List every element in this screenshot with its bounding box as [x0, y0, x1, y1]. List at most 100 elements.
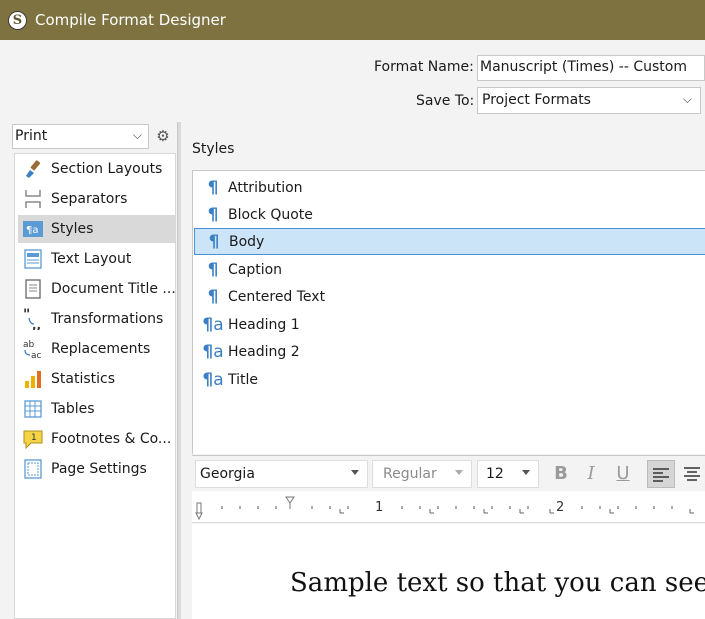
- separator-icon: [22, 188, 44, 210]
- bar-chart-icon: [22, 368, 44, 390]
- chevron-down-icon: ⌵: [132, 128, 142, 142]
- table-icon: [22, 398, 44, 420]
- font-weight-value: Regular: [383, 466, 437, 482]
- underline-button[interactable]: U: [609, 460, 637, 488]
- paragraph-style-icon: ¶: [207, 286, 219, 307]
- nav-item-page-settings[interactable]: Page Settings: [18, 455, 175, 483]
- dropdown-arrow-icon: [522, 470, 530, 475]
- nav-item-label: Text Layout: [51, 251, 132, 267]
- format-name-input[interactable]: Manuscript (Times) -- Custom: [477, 55, 705, 81]
- styles-list: ¶ Attribution ¶ Block Quote ¶ Body ¶ Cap…: [192, 170, 705, 454]
- text-layout-icon: [22, 248, 44, 270]
- nav-item-tables[interactable]: Tables: [18, 395, 175, 423]
- paragraph-character-style-icon: ¶a: [202, 314, 224, 335]
- font-size-value: 12: [486, 466, 504, 482]
- style-label: Caption: [228, 261, 283, 278]
- splitter[interactable]: [177, 122, 181, 619]
- document-icon: [22, 278, 44, 300]
- font-weight-select[interactable]: Regular: [372, 460, 472, 488]
- save-to-value: Project Formats: [482, 92, 591, 108]
- style-label: Title: [228, 371, 259, 388]
- font-family-value: Georgia: [200, 466, 255, 482]
- style-row-title[interactable]: ¶a Title: [194, 366, 705, 393]
- style-row-heading-1[interactable]: ¶a Heading 1: [194, 311, 705, 338]
- nav-item-label: Transformations: [51, 311, 164, 327]
- style-row-heading-2[interactable]: ¶a Heading 2: [194, 338, 705, 365]
- output-type-value: Print: [15, 128, 48, 144]
- title-bar: S Compile Format Designer: [0, 0, 705, 40]
- bold-button[interactable]: B: [547, 460, 575, 488]
- style-row-body[interactable]: ¶ Body: [194, 228, 705, 255]
- nav-item-label: Document Title ...: [51, 281, 175, 297]
- svg-text:1: 1: [31, 433, 37, 443]
- ruler[interactable]: 1 2: [192, 491, 705, 523]
- align-left-icon: [653, 468, 669, 482]
- nav-item-label: Section Layouts: [51, 161, 163, 177]
- format-sections-list: Section Layouts Separators ¶a Styles Tex…: [14, 153, 176, 619]
- nav-item-separators[interactable]: Separators: [18, 185, 175, 213]
- paragraph-style-icon: ¶: [207, 259, 219, 280]
- chevron-down-icon: ⌵: [682, 92, 692, 106]
- paragraph-character-style-icon: ¶a: [202, 341, 224, 362]
- paragraph-style-icon: ¶: [208, 231, 220, 252]
- nav-item-label: Tables: [51, 401, 95, 417]
- dropdown-arrow-icon: [455, 470, 463, 475]
- nav-item-label: Replacements: [51, 341, 151, 357]
- style-label: Body: [229, 233, 265, 250]
- nav-item-document-title[interactable]: Document Title ...: [18, 275, 175, 303]
- nav-item-text-layout[interactable]: Text Layout: [18, 245, 175, 273]
- svg-text:¶a: ¶a: [26, 225, 39, 236]
- style-label: Heading 2: [228, 343, 300, 360]
- app-logo-icon: S: [8, 10, 27, 30]
- page-icon: [22, 458, 44, 480]
- svg-text:ab: ab: [23, 340, 35, 350]
- nav-item-section-layouts[interactable]: Section Layouts: [18, 155, 175, 183]
- style-label: Block Quote: [228, 206, 313, 223]
- styles-icon: ¶a: [22, 218, 44, 240]
- dropdown-arrow-icon: [351, 470, 359, 475]
- format-bar: Georgia Regular 12 B I U: [192, 455, 705, 491]
- nav-item-styles[interactable]: ¶a Styles: [18, 215, 175, 243]
- paragraph-style-icon: ¶: [207, 204, 219, 225]
- save-to-label: Save To:: [416, 93, 475, 109]
- italic-button[interactable]: I: [577, 460, 605, 488]
- font-size-select[interactable]: 12: [477, 460, 539, 488]
- paragraph-style-icon: ¶: [207, 177, 219, 198]
- nav-item-transformations[interactable]: ",, Transformations: [18, 305, 175, 333]
- style-row-block-quote[interactable]: ¶ Block Quote: [194, 201, 705, 228]
- gear-icon[interactable]: ⚙: [153, 126, 173, 146]
- style-label: Heading 1: [228, 316, 300, 333]
- nav-item-label: Page Settings: [51, 461, 147, 477]
- ruler-ticks: [195, 496, 694, 521]
- align-center-button[interactable]: [678, 460, 705, 488]
- style-row-attribution[interactable]: ¶ Attribution: [194, 174, 705, 201]
- format-name-label: Format Name:: [374, 59, 474, 75]
- nav-item-replacements[interactable]: ab ac Replacements: [18, 335, 175, 363]
- svg-text:ac: ac: [31, 351, 42, 360]
- nav-item-label: Footnotes & Co...: [51, 431, 172, 447]
- window-title: Compile Format Designer: [35, 11, 226, 29]
- paintbrush-icon: [22, 158, 44, 180]
- style-row-caption[interactable]: ¶ Caption: [194, 256, 705, 283]
- replace-icon: ab ac: [22, 338, 44, 361]
- save-to-select[interactable]: Project Formats ⌵: [477, 87, 701, 114]
- nav-item-label: Statistics: [51, 371, 115, 387]
- paragraph-character-style-icon: ¶a: [202, 369, 224, 390]
- ruler-label: 2: [556, 500, 565, 515]
- nav-item-footnotes[interactable]: 1 Footnotes & Co...: [18, 425, 175, 453]
- styles-heading: Styles: [192, 141, 235, 157]
- style-row-centered-text[interactable]: ¶ Centered Text: [194, 283, 705, 310]
- output-type-select[interactable]: Print ⌵: [12, 124, 149, 149]
- align-left-button[interactable]: [647, 460, 675, 488]
- ruler-label: 1: [375, 500, 384, 515]
- nav-item-label: Styles: [51, 221, 94, 237]
- footnote-icon: 1: [22, 428, 44, 450]
- nav-item-label: Separators: [51, 191, 128, 207]
- style-label: Attribution: [228, 179, 303, 196]
- align-center-icon: [684, 467, 700, 481]
- preview-text: Sample text so that you can see: [290, 568, 705, 598]
- quotes-icon: ",,: [22, 307, 44, 332]
- font-family-select[interactable]: Georgia: [195, 460, 368, 488]
- style-preview: Sample text so that you can see: [192, 524, 705, 619]
- nav-item-statistics[interactable]: Statistics: [18, 365, 175, 393]
